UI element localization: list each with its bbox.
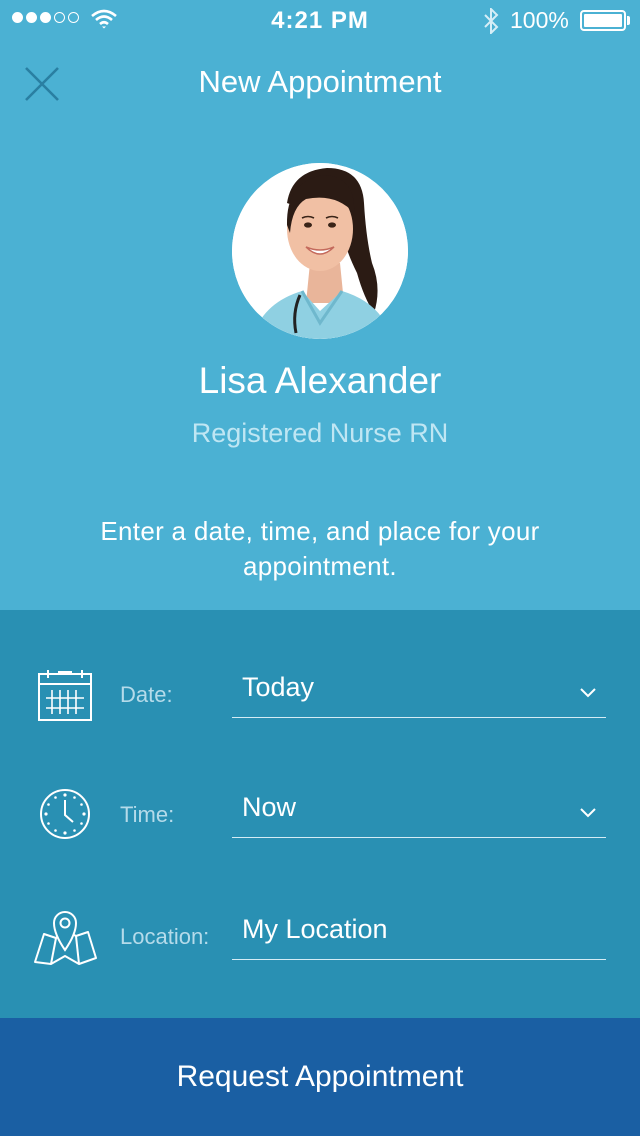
map-pin-icon (34, 911, 97, 965)
clock-icon (40, 789, 90, 839)
provider-role: Registered Nurse RN (191, 418, 449, 448)
chevron-down-icon (580, 808, 596, 818)
profile-section: 4:21 PM 100% New Appointment Lisa Alexan… (0, 0, 640, 610)
location-label: Location: (120, 924, 210, 949)
date-select[interactable]: Today (232, 670, 606, 718)
avatar (232, 163, 408, 339)
request-appointment-button[interactable]: Request Appointment (0, 1018, 640, 1136)
date-label: Date: (120, 682, 173, 707)
bluetooth-icon (484, 8, 499, 34)
location-row: Location: My Location (0, 900, 640, 1010)
time-select[interactable]: Now (232, 790, 606, 838)
location-value: My Location (242, 914, 388, 944)
battery-percentage: 100% (510, 7, 569, 33)
appointment-form: Date: Today Time: Now Location: My Locat… (0, 610, 640, 1018)
date-row: Date: Today (0, 658, 640, 768)
status-bar: 4:21 PM 100% (0, 0, 640, 40)
provider-name: Lisa Alexander (198, 360, 442, 401)
calendar-icon (38, 670, 92, 721)
page-title: New Appointment (198, 64, 442, 99)
time-row: Time: Now (0, 780, 640, 890)
instructions-text: Enter a date, time, and place for your a… (100, 516, 540, 581)
battery-icon (580, 10, 626, 31)
chevron-down-icon (580, 688, 596, 698)
date-value: Today (242, 672, 315, 702)
location-input[interactable]: My Location (232, 912, 606, 960)
time-label: Time: (120, 802, 175, 827)
time-value: Now (242, 792, 297, 822)
